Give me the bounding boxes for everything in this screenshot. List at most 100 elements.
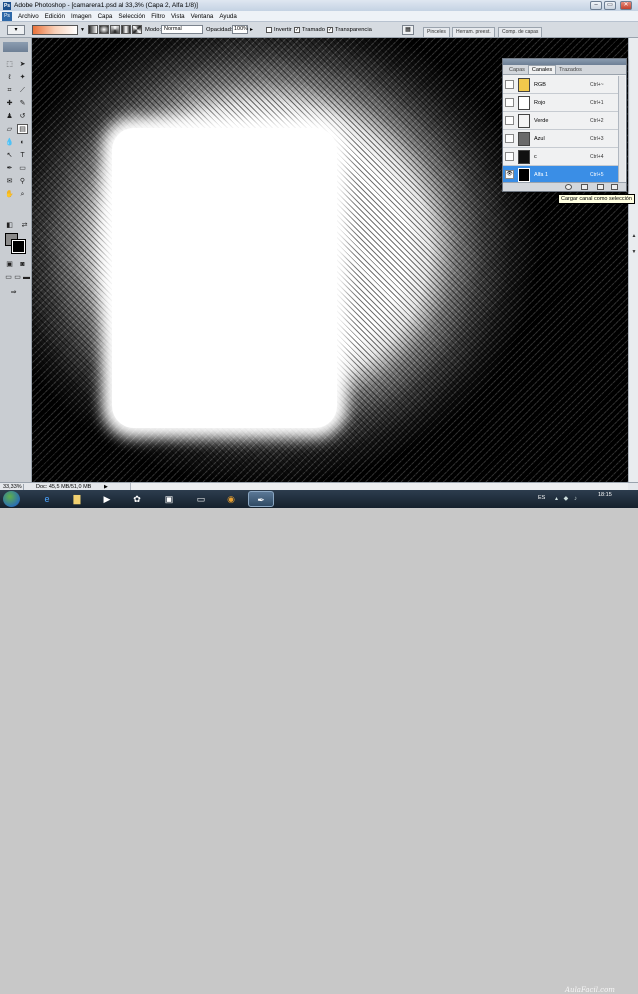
channel-row-azul[interactable]: Azul Ctrl+3	[503, 130, 619, 148]
language-indicator[interactable]: ES	[538, 495, 545, 501]
eyedropper-icon[interactable]: ⚲	[17, 177, 28, 187]
visibility-toggle[interactable]	[505, 98, 514, 107]
swap-colors-icon[interactable]: ⇄	[19, 221, 30, 231]
app-icon[interactable]: ✿	[124, 491, 150, 507]
tray-icons[interactable]: ▴ ◆ ♪	[555, 495, 579, 502]
tool-preset-picker[interactable]: ▾	[7, 25, 25, 35]
scroll-up-icon[interactable]: ▲	[630, 232, 638, 240]
menu-filtro[interactable]: Filtro	[148, 13, 168, 20]
standard-mode-icon[interactable]: ▣	[4, 260, 15, 270]
tab-pinceles[interactable]: Pinceles	[423, 27, 450, 37]
type-tool-icon[interactable]: T	[17, 151, 28, 161]
move-tool-icon[interactable]: ➤	[17, 60, 28, 70]
tab-herram-preest[interactable]: Herram. preest.	[452, 27, 495, 37]
zoom-level[interactable]: 33,33%	[0, 483, 24, 490]
invertir-checkbox[interactable]	[266, 27, 272, 33]
dodge-tool-icon[interactable]: ◐	[17, 138, 28, 148]
menu-imagen[interactable]: Imagen	[68, 13, 95, 20]
panel-scrollbar[interactable]	[618, 76, 625, 184]
clock[interactable]: 18:15	[598, 492, 612, 499]
media-player-icon[interactable]: ▶	[94, 491, 120, 507]
status-menu-icon[interactable]: ▶	[104, 484, 108, 490]
tab-capas[interactable]: Capas	[506, 66, 528, 74]
toolbox-header[interactable]	[3, 42, 28, 52]
channel-row-rojo[interactable]: Rojo Ctrl+1	[503, 94, 619, 112]
radial-gradient-button[interactable]	[99, 25, 109, 34]
zoom-tool-icon[interactable]: ⌕	[17, 190, 28, 200]
marquee-tool-icon[interactable]: ⬚	[4, 60, 15, 70]
imageready-jump-icon[interactable]: ⇒	[8, 288, 19, 298]
gradient-tool-icon[interactable]: ▤	[17, 124, 28, 134]
tramado-checkbox[interactable]: ✓	[294, 27, 300, 33]
slice-tool-icon[interactable]: ⟋	[17, 86, 28, 96]
clone-stamp-icon[interactable]: ♟	[4, 112, 15, 122]
screen-mode-full-icon[interactable]: ▬	[21, 273, 32, 283]
chevron-down-icon[interactable]: ▼	[80, 27, 85, 33]
menu-edicion[interactable]: Edición	[42, 13, 68, 20]
new-channel-icon[interactable]	[597, 184, 604, 190]
channel-shortcut: Ctrl+1	[590, 99, 604, 106]
chrome-icon[interactable]: ◉	[218, 491, 244, 507]
vertical-scrollbar[interactable]: ▲ ▼	[628, 38, 638, 482]
app-menu-icon[interactable]: Ps	[2, 11, 12, 21]
visibility-toggle[interactable]	[505, 152, 514, 161]
opacity-input[interactable]: 100%	[232, 25, 248, 34]
save-selection-channel-icon[interactable]	[581, 184, 588, 190]
start-button[interactable]	[3, 491, 20, 507]
reflected-gradient-button[interactable]	[121, 25, 131, 34]
trash-icon[interactable]	[611, 184, 618, 190]
printer-icon[interactable]: ▭	[188, 491, 214, 507]
notes-tool-icon[interactable]: ✉	[4, 177, 15, 187]
menu-ventana[interactable]: Ventana	[188, 13, 217, 20]
minimize-button[interactable]: –	[590, 1, 602, 10]
palette-well-icon[interactable]: ▦	[402, 25, 414, 35]
blur-tool-icon[interactable]: 💧	[4, 138, 15, 148]
angle-gradient-button[interactable]	[110, 25, 120, 34]
channel-row-verde[interactable]: Verde Ctrl+2	[503, 112, 619, 130]
background-color-swatch[interactable]	[11, 239, 26, 254]
visibility-toggle[interactable]	[505, 134, 514, 143]
horizontal-scrollbar[interactable]	[130, 483, 628, 490]
network-app-icon[interactable]: ▣	[156, 491, 182, 507]
menu-capa[interactable]: Capa	[95, 13, 116, 20]
menu-vista[interactable]: Vista	[168, 13, 188, 20]
diamond-gradient-button[interactable]	[132, 25, 142, 34]
menu-ayuda[interactable]: Ayuda	[216, 13, 239, 20]
restore-button[interactable]: ▭	[604, 1, 616, 10]
lasso-tool-icon[interactable]: ℓ	[4, 73, 15, 83]
shape-tool-icon[interactable]: ▭	[17, 164, 28, 174]
crop-tool-icon[interactable]: ⌗	[4, 86, 15, 96]
eye-icon[interactable]: 👁	[505, 170, 514, 179]
menu-archivo[interactable]: Archivo	[15, 13, 42, 20]
channel-row-c[interactable]: c Ctrl+4	[503, 148, 619, 166]
channel-row-rgb[interactable]: RGB Ctrl+~	[503, 76, 619, 94]
linear-gradient-button[interactable]	[88, 25, 98, 34]
visibility-toggle[interactable]	[505, 116, 514, 125]
menu-seleccion[interactable]: Selección	[115, 13, 148, 20]
healing-brush-icon[interactable]: ✚	[4, 99, 15, 109]
channel-shortcut: Ctrl+5	[590, 171, 604, 178]
eraser-tool-icon[interactable]: ▱	[4, 125, 15, 135]
folder-icon[interactable]: ▇	[64, 491, 90, 507]
mode-select[interactable]: Normal	[161, 25, 203, 34]
brush-tool-icon[interactable]: ✎	[17, 99, 28, 109]
quick-mask-icon[interactable]: ◙	[17, 260, 28, 270]
scroll-down-icon[interactable]: ▼	[630, 248, 638, 256]
internet-explorer-icon[interactable]: e	[34, 491, 60, 507]
tab-trazados[interactable]: Trazados	[556, 66, 585, 74]
visibility-toggle[interactable]	[505, 80, 514, 89]
path-selection-icon[interactable]: ↖	[4, 151, 15, 161]
gradient-swatch[interactable]	[32, 25, 78, 35]
transparencia-checkbox[interactable]: ✓	[327, 27, 333, 33]
load-channel-selection-icon[interactable]	[565, 184, 572, 190]
photoshop-taskbar-icon[interactable]: ✒	[248, 491, 274, 507]
magic-wand-icon[interactable]: ✦	[17, 73, 28, 83]
hand-tool-icon[interactable]: ✋	[4, 190, 15, 200]
chevron-right-icon[interactable]: ▸	[250, 27, 253, 33]
tab-canales[interactable]: Canales	[527, 65, 557, 74]
history-brush-icon[interactable]: ↺	[17, 112, 28, 122]
pen-tool-icon[interactable]: ✒	[4, 164, 15, 174]
default-colors-icon[interactable]: ◧	[4, 221, 15, 231]
tab-comp-de-capas[interactable]: Comp. de capas	[498, 27, 543, 37]
close-button[interactable]: ✕	[620, 1, 632, 10]
